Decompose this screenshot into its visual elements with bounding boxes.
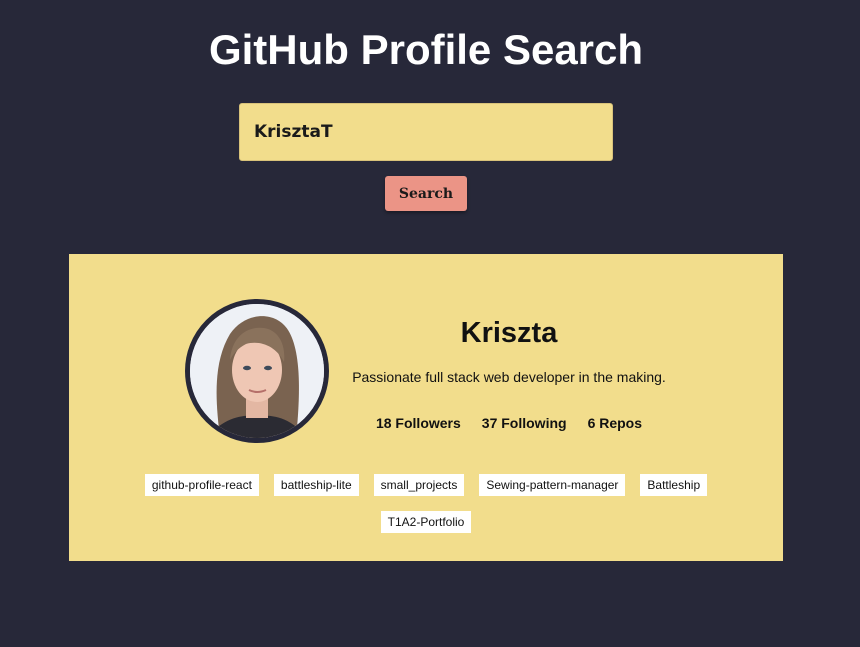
following-count: 37 Following <box>481 415 567 431</box>
page-title: GitHub Profile Search <box>208 26 644 73</box>
followers-count: 18 Followers <box>375 415 461 431</box>
profile-stats: 18 Followers 37 Following 6 Repos <box>349 414 669 432</box>
search-input[interactable] <box>239 103 613 161</box>
profile-card: Kriszta Passionate full stack web develo… <box>69 254 783 561</box>
avatar <box>185 299 329 443</box>
repo-link[interactable]: T1A2-Portfolio <box>380 511 472 533</box>
repo-link[interactable]: battleship-lite <box>273 474 359 496</box>
repo-link[interactable]: Battleship <box>640 474 708 496</box>
repo-link[interactable]: small_projects <box>373 474 465 496</box>
avatar-photo <box>190 304 324 438</box>
user-bio: Passionate full stack web developer in t… <box>352 369 666 385</box>
repo-link[interactable]: github-profile-react <box>144 474 259 496</box>
user-name: Kriszta <box>460 317 558 349</box>
repos-count: 6 Repos <box>587 415 643 431</box>
repo-list: github-profile-react battleship-lite sma… <box>129 474 723 533</box>
search-button[interactable]: Search <box>385 176 467 211</box>
repo-link[interactable]: Sewing-pattern-manager <box>479 474 626 496</box>
